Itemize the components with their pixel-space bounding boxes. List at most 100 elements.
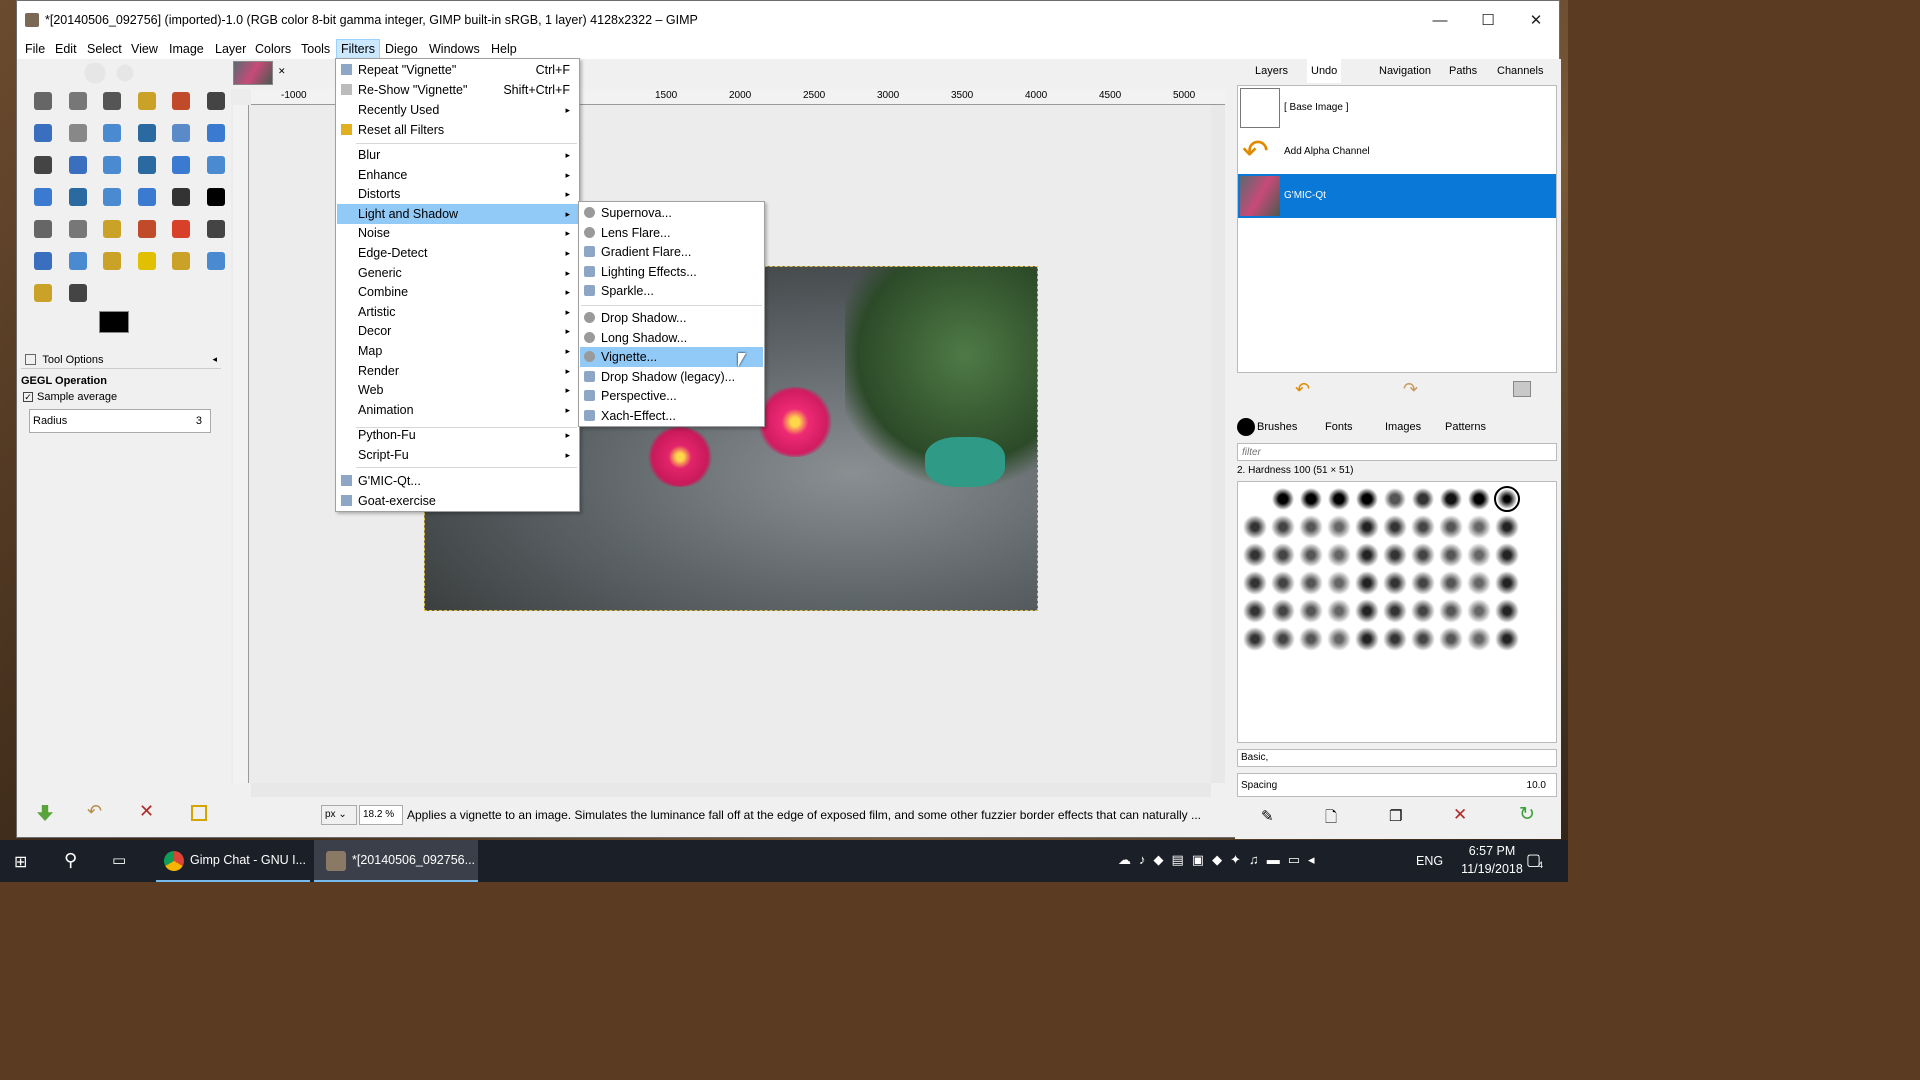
brush-swatch[interactable]: [1242, 570, 1268, 596]
tool-icon[interactable]: [29, 279, 57, 307]
tool-icon[interactable]: [98, 247, 126, 275]
brush-swatch[interactable]: [1326, 598, 1352, 624]
brush-swatch[interactable]: [1354, 626, 1380, 652]
brush-swatch[interactable]: [1410, 514, 1436, 540]
edit-brush-icon[interactable]: ✎: [1261, 807, 1274, 825]
menu-image[interactable]: Image: [165, 39, 208, 59]
brush-swatch[interactable]: [1466, 598, 1492, 624]
tray-icons[interactable]: ☁♪◆▤▣◆✦♫▬▭◂: [1118, 852, 1323, 868]
clock-time[interactable]: 6:57 PM: [1460, 844, 1524, 858]
light-effect-item[interactable]: Gradient Flare...: [580, 242, 763, 262]
tool-icon[interactable]: [202, 119, 230, 147]
input-language[interactable]: ENG: [1416, 854, 1443, 868]
brush-swatch[interactable]: [1494, 542, 1520, 568]
brush-swatch[interactable]: [1354, 542, 1380, 568]
menu-diego[interactable]: Diego: [381, 39, 422, 59]
brush-swatch[interactable]: [1242, 598, 1268, 624]
spacing-slider[interactable]: Spacing 10.0: [1237, 773, 1557, 797]
reshow-vignette-item[interactable]: Re-Show "Vignette" Shift+Ctrl+F: [337, 80, 578, 100]
image-tab-thumbnail[interactable]: [233, 61, 273, 85]
render-item[interactable]: Render ▸: [337, 361, 578, 381]
menu-view[interactable]: View: [127, 39, 162, 59]
brush-swatch[interactable]: [1298, 598, 1324, 624]
brush-swatch[interactable]: [1438, 514, 1464, 540]
shadow-effect-item[interactable]: Xach-Effect...: [580, 406, 763, 426]
tool-icon[interactable]: [64, 215, 92, 243]
menu-tools[interactable]: Tools: [297, 39, 334, 59]
brush-swatch[interactable]: [1298, 514, 1324, 540]
brush-swatch[interactable]: [1494, 486, 1520, 512]
delete-tool-preset-icon[interactable]: ✕: [139, 801, 154, 822]
close-image-tab-icon[interactable]: ✕: [278, 66, 286, 77]
tool-icon[interactable]: [202, 87, 230, 115]
brush-swatch[interactable]: [1410, 626, 1436, 652]
brush-swatch[interactable]: [1242, 542, 1268, 568]
tool-icon[interactable]: [64, 87, 92, 115]
brush-swatch[interactable]: [1438, 626, 1464, 652]
clear-history-button[interactable]: [1513, 381, 1531, 397]
shadow-effect-item[interactable]: Vignette...: [580, 347, 763, 368]
brush-swatch[interactable]: [1382, 598, 1408, 624]
brush-swatch[interactable]: [1382, 626, 1408, 652]
tool-options-tab[interactable]: Tool Options ◂: [21, 351, 221, 369]
brush-swatch[interactable]: [1242, 514, 1268, 540]
tool-icon[interactable]: [64, 247, 92, 275]
combine-item[interactable]: Combine ▸: [337, 282, 578, 302]
undo-item-selected[interactable]: G'MIC-Qt: [1238, 174, 1556, 218]
tool-icon[interactable]: [167, 87, 195, 115]
shadow-effect-item[interactable]: Drop Shadow...: [580, 308, 763, 328]
tool-icon[interactable]: [133, 183, 161, 211]
brush-swatch[interactable]: [1298, 486, 1324, 512]
gmic-qt-item[interactable]: G'MIC-Qt...: [337, 471, 578, 491]
decor-item[interactable]: Decor ▸: [337, 321, 578, 341]
shadow-effect-item[interactable]: Drop Shadow (legacy)...: [580, 367, 763, 387]
search-icon[interactable]: ⚲: [64, 850, 77, 871]
brush-swatch[interactable]: [1410, 598, 1436, 624]
tab-images[interactable]: Images: [1385, 415, 1421, 439]
brush-swatch[interactable]: [1298, 570, 1324, 596]
undo-button[interactable]: ↶: [1295, 379, 1310, 400]
horizontal-scrollbar[interactable]: [251, 783, 1211, 797]
zoom-select[interactable]: 18.2 %: [359, 805, 403, 825]
brush-grid[interactable]: [1237, 481, 1557, 743]
brush-swatch[interactable]: [1354, 514, 1380, 540]
duplicate-brush-icon[interactable]: ❐: [1389, 807, 1402, 825]
brush-swatch[interactable]: [1270, 570, 1296, 596]
tool-icon[interactable]: [29, 151, 57, 179]
tool-icon[interactable]: [29, 119, 57, 147]
tool-icon[interactable]: [29, 183, 57, 211]
brush-swatch[interactable]: [1242, 626, 1268, 652]
brush-swatch[interactable]: [1494, 570, 1520, 596]
taskbar-app-chrome[interactable]: Gimp Chat - GNU I...: [156, 840, 310, 882]
brush-swatch[interactable]: [1382, 542, 1408, 568]
tool-icon[interactable]: [133, 87, 161, 115]
brush-swatch[interactable]: [1270, 598, 1296, 624]
taskbar-app-gimp[interactable]: *[20140506_092756...: [314, 840, 478, 882]
tool-icon[interactable]: [98, 87, 126, 115]
brush-swatch[interactable]: [1326, 514, 1352, 540]
shadow-effect-item[interactable]: Long Shadow...: [580, 328, 763, 348]
tool-icon[interactable]: [167, 119, 195, 147]
sample-average-checkbox[interactable]: ✓: [23, 392, 33, 402]
undo-item[interactable]: ↶ Add Alpha Channel: [1238, 130, 1556, 174]
tab-navigation[interactable]: Navigation: [1379, 59, 1431, 83]
light-effect-item[interactable]: Sparkle...: [580, 281, 763, 301]
start-button[interactable]: ⊞: [14, 852, 27, 872]
repeat-vignette-item[interactable]: Repeat "Vignette" Ctrl+F: [337, 60, 578, 80]
clock-date[interactable]: 11/19/2018: [1460, 862, 1524, 876]
light-and-shadow-item[interactable]: Light and Shadow ▸: [337, 203, 578, 224]
menu-colors[interactable]: Colors: [251, 39, 295, 59]
tool-icon[interactable]: [64, 151, 92, 179]
web-item[interactable]: Web ▸: [337, 380, 578, 400]
tool-icon[interactable]: [133, 215, 161, 243]
python-fu-item[interactable]: Python-Fu ▸: [337, 425, 578, 445]
light-effect-item[interactable]: Lens Flare...: [580, 223, 763, 243]
tab-brushes[interactable]: Brushes: [1257, 415, 1297, 439]
brush-swatch[interactable]: [1410, 570, 1436, 596]
panel-menu-icon[interactable]: ◂: [212, 354, 217, 365]
light-effect-item[interactable]: Lighting Effects...: [580, 262, 763, 282]
edge-detect-item[interactable]: Edge-Detect ▸: [337, 243, 578, 263]
restore-tool-preset-icon[interactable]: ↶: [87, 801, 102, 822]
brush-swatch[interactable]: [1494, 514, 1520, 540]
new-brush-icon[interactable]: 🗋: [1325, 807, 1337, 832]
